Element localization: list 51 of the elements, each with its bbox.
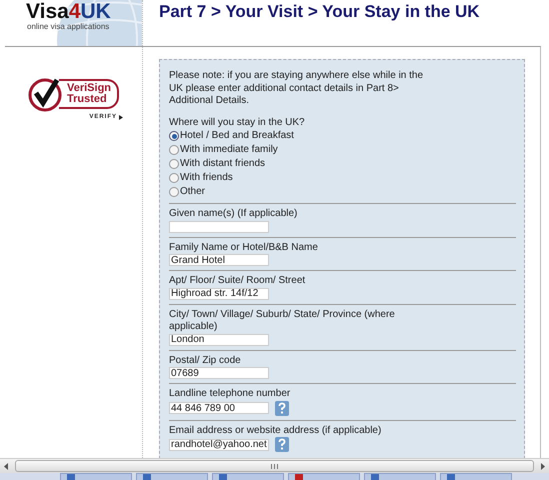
input-field[interactable]: Grand Hotel: [169, 254, 269, 266]
browser-icon: [447, 474, 455, 480]
field-label: Given name(s) (If applicable): [169, 208, 298, 220]
radio-button[interactable]: [169, 159, 179, 169]
browser-icon: [67, 474, 75, 480]
input-field[interactable]: 07689: [169, 367, 269, 379]
checkmark-icon: [27, 76, 63, 112]
badge-title: VeriSign: [67, 83, 112, 94]
browser-icon: [219, 474, 227, 480]
radio-label[interactable]: Other: [180, 186, 206, 198]
scroll-right-icon[interactable]: [538, 462, 547, 470]
taskbar-button[interactable]: [440, 473, 512, 480]
browser-icon: [143, 474, 151, 480]
help-icon[interactable]: [275, 437, 289, 452]
taskbar-button[interactable]: [136, 473, 208, 480]
radio-label[interactable]: With distant friends: [180, 158, 266, 170]
input-field[interactable]: London: [169, 334, 269, 346]
taskbar-button[interactable]: [212, 473, 284, 480]
radio-label[interactable]: Hotel / Bed and Breakfast: [180, 130, 294, 142]
field-label: Email address or website address (if applicable): [169, 424, 382, 437]
radio-button[interactable]: [169, 173, 179, 183]
radio-label[interactable]: With friends: [180, 172, 233, 184]
taskbar-button[interactable]: [288, 473, 360, 480]
radio-button[interactable]: [169, 187, 179, 197]
browser-icon: [371, 474, 379, 480]
play-icon: [119, 115, 123, 120]
grip-icon: [271, 464, 278, 468]
badge-subtitle: Trusted: [67, 94, 107, 105]
field-label: Apt/ Floor/ Suite/ Room/ Street: [169, 275, 306, 288]
field-label: City/ Town/ Village/ Suburb/ State/ Province (where applicable): [169, 308, 396, 334]
help-icon[interactable]: [275, 400, 289, 416]
input-field[interactable]: 44 846 789 00: [169, 402, 269, 414]
logo-tagline: online visa applications: [26, 22, 110, 31]
field-label: Postal/ Zip code: [169, 354, 241, 367]
logo[interactable]: Visa4UK: [26, 0, 142, 22]
input-field[interactable]: Highroad str. 14f/12: [169, 288, 269, 300]
question-label: Where will you stay in the UK?: [169, 116, 305, 129]
taskbar-button[interactable]: [60, 473, 132, 480]
note-text: Please note: if you are staying anywhere else while in the UK please enter additional contact details in Part 8> Additional Details.: [169, 70, 424, 108]
radio-button[interactable]: [169, 145, 179, 155]
field-label: Family Name or Hotel/B&B Name: [169, 242, 318, 254]
radio-button[interactable]: [169, 131, 179, 141]
scrollbar-thumb[interactable]: [15, 460, 534, 472]
input-field[interactable]: randhotel@yahoo.net: [169, 438, 269, 450]
scroll-left-icon[interactable]: [2, 462, 11, 470]
taskbar-button[interactable]: [364, 473, 436, 480]
input-field[interactable]: [169, 220, 269, 232]
radio-label[interactable]: With immediate family: [180, 144, 278, 156]
field-label: Landline telephone number: [169, 388, 290, 400]
document-icon: [295, 474, 303, 480]
page-title: Part 7 > Your Visit > Your Stay in the UK: [158, 1, 480, 23]
